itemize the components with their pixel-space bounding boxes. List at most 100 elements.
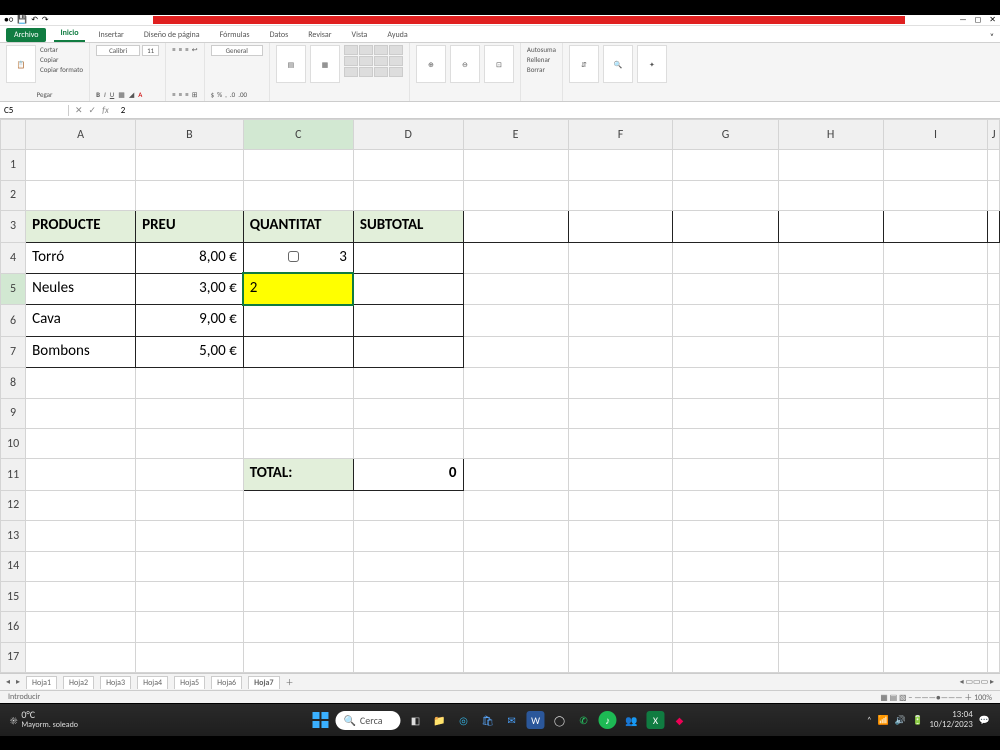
row-head-16[interactable]: 16 [1,612,26,642]
notifications-icon[interactable]: 💬 [979,715,990,726]
cell-C5[interactable]: 2 [244,274,353,304]
cell-A5[interactable]: Neules [26,274,135,304]
ribbon-collapse-icon[interactable]: ˅ [990,32,994,42]
col-head-D[interactable]: D [353,120,463,150]
qat-undo-icon[interactable]: ↶ [31,15,38,25]
zoom-in-button[interactable]: ＋ [964,693,972,703]
format-cells-button[interactable]: ⊡ [484,45,514,83]
formula-bar[interactable]: 2 [115,105,1000,116]
tab-view[interactable]: Vista [346,28,374,42]
row-head-9[interactable]: 9 [1,398,26,428]
align-top-button[interactable]: ≡ [172,45,176,54]
app-icon[interactable]: ◆ [671,711,689,729]
italic-button[interactable]: I [104,90,106,99]
edge-icon[interactable]: ◎ [455,711,473,729]
col-head-C[interactable]: C [243,120,353,150]
find-select-button[interactable]: 🔍 [603,45,633,83]
qat-redo-icon[interactable]: ↷ [42,15,49,25]
tray-date[interactable]: 10/12/2023 [929,720,972,730]
sheet-tab[interactable]: Hoja7 [248,676,279,689]
row-head-2[interactable]: 2 [1,180,26,210]
row-head-6[interactable]: 6 [1,305,26,336]
analyze-button[interactable]: ✦ [637,45,667,83]
start-button[interactable] [311,711,329,729]
col-head-G[interactable]: G [673,120,778,150]
explorer-icon[interactable]: 📁 [431,711,449,729]
mail-icon[interactable]: ✉ [503,711,521,729]
format-table-button[interactable]: ▦ [310,45,340,83]
word-icon[interactable]: W [527,711,545,729]
row-head-1[interactable]: 1 [1,150,26,180]
tab-home[interactable]: Inicio [54,26,84,42]
tab-file[interactable]: Archivo [6,28,46,42]
clear-button[interactable]: Borrar [527,65,556,74]
tray-overflow-icon[interactable]: ˄ [867,715,872,726]
sheet-tab[interactable]: Hoja6 [211,676,242,689]
tab-data[interactable]: Datos [264,28,295,42]
view-pagebreak-icon[interactable]: ▧ [899,693,907,703]
percent-button[interactable]: % [217,90,222,99]
tab-review[interactable]: Revisar [302,28,337,42]
whatsapp-icon[interactable]: ✆ [575,711,593,729]
comma-button[interactable]: , [225,90,227,99]
col-head-B[interactable]: B [136,120,244,150]
autosum-button[interactable]: Autosuma [527,45,556,54]
select-all-corner[interactable] [1,120,26,150]
bold-button[interactable]: B [96,90,100,99]
row-head-8[interactable]: 8 [1,368,26,398]
underline-button[interactable]: U [110,90,115,99]
sheet-tab[interactable]: Hoja4 [137,676,168,689]
sheet-tab[interactable]: Hoja1 [26,676,57,689]
close-button[interactable]: ✕ [989,15,996,25]
cell-A3[interactable]: PRODUCTE [26,211,135,241]
cell-A7[interactable]: Bombons [26,337,135,367]
task-view-icon[interactable]: ◧ [407,711,425,729]
name-box[interactable]: C5 [0,105,69,116]
view-layout-icon[interactable]: ▤ [890,693,898,703]
copy-button[interactable]: Copiar [40,55,83,64]
zoom-out-button[interactable]: − [908,693,912,703]
zoom-slider[interactable]: ———●——— [914,693,962,703]
cell-C11[interactable]: TOTAL: [244,459,353,489]
cell-B3[interactable]: PREU [136,211,243,241]
row-head-15[interactable]: 15 [1,581,26,611]
maximize-button[interactable]: ◻ [975,15,982,25]
cell-A6[interactable]: Cava [26,305,135,335]
currency-button[interactable]: $ [211,90,215,99]
store-icon[interactable]: 🛍 [479,711,497,729]
col-head-F[interactable]: F [568,120,673,150]
tab-page-layout[interactable]: Diseño de página [138,28,206,42]
qat-save-icon[interactable]: 💾 [17,15,27,25]
tab-help[interactable]: Ayuda [381,28,413,42]
row-head-14[interactable]: 14 [1,551,26,581]
view-normal-icon[interactable]: ▦ [880,693,888,703]
fx-icon[interactable]: fx [102,105,109,116]
taskbar-weather[interactable]: ☀ 0°C Mayorm. soleado [0,710,88,730]
teams-icon[interactable]: 👥 [623,711,641,729]
taskbar-search[interactable]: 🔍 Cerca [335,711,400,730]
align-center-button[interactable]: ≡ [179,90,183,99]
fill-button[interactable]: Rellenar [527,55,556,64]
cond-format-button[interactable]: ▤ [276,45,306,83]
row-head-13[interactable]: 13 [1,521,26,551]
cell-B6[interactable]: 9,00 € [136,305,243,335]
cancel-edit-icon[interactable]: ✕ [75,105,83,116]
cell-C6[interactable] [244,305,353,335]
col-head-E[interactable]: E [463,120,568,150]
chrome-icon[interactable]: ◯ [551,711,569,729]
col-head-J[interactable]: J [988,120,1000,150]
cell-D5[interactable] [354,274,463,304]
wrap-text-button[interactable]: ↩ [192,45,198,54]
font-size-dropdown[interactable]: 11 [142,45,159,56]
format-painter-button[interactable]: Copiar formato [40,65,83,74]
align-bot-button[interactable]: ≡ [185,45,189,54]
row-head-11[interactable]: 11 [1,459,26,490]
row-head-3[interactable]: 3 [1,211,26,242]
row-head-17[interactable]: 17 [1,642,26,672]
zoom-level[interactable]: 100% [974,693,992,703]
cell-B5[interactable]: 3,00 € [136,274,243,304]
sort-filter-button[interactable]: ⇵ [569,45,599,83]
inc-decimal-button[interactable]: .0 [230,90,235,99]
cell-B4[interactable]: 8,00 € [136,243,243,273]
merge-button[interactable]: ⊞ [192,90,198,99]
